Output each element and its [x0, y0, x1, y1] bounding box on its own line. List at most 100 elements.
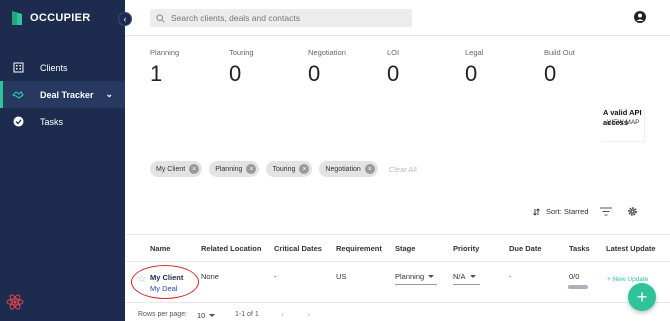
- stage-label: Negotiation: [308, 48, 346, 57]
- collapse-sidebar-button[interactable]: ‹: [118, 12, 132, 26]
- priority-dropdown[interactable]: N/A: [453, 272, 476, 281]
- gear-icon[interactable]: [627, 206, 638, 217]
- brand[interactable]: OCCUPIER: [10, 10, 90, 26]
- chip-label: Negotiation: [325, 165, 361, 173]
- column-header[interactable]: Related Location: [201, 244, 261, 253]
- highlight-circle: [131, 265, 199, 299]
- stage-planning[interactable]: Planning 1: [150, 48, 179, 87]
- column-header[interactable]: Priority: [453, 244, 479, 253]
- sidebar-nav: Clients Deal Tracker ⌄ Tasks: [0, 54, 125, 135]
- filter-chip-negotiation[interactable]: Negotiation ×: [319, 161, 378, 177]
- account-icon[interactable]: [634, 11, 646, 23]
- stage-count: 0: [544, 61, 557, 86]
- column-header[interactable]: Tasks: [569, 244, 590, 253]
- new-update-link[interactable]: + New Update: [607, 276, 648, 283]
- stage-label: Planning: [150, 48, 180, 57]
- close-icon[interactable]: ×: [246, 164, 257, 174]
- sort-control[interactable]: Sort: Starred: [533, 207, 589, 216]
- chip-label: Planning: [215, 165, 243, 173]
- chip-label: Touring: [272, 165, 296, 173]
- react-logo-icon: [6, 294, 24, 310]
- caret-down-icon: [209, 314, 216, 317]
- search-icon: [156, 13, 165, 23]
- filter-icon[interactable]: [600, 207, 612, 216]
- column-header[interactable]: Latest Update: [606, 244, 656, 253]
- stage-count: 0: [387, 61, 400, 86]
- filter-chip-my-client[interactable]: My Client ×: [150, 161, 203, 177]
- filter-chip-touring[interactable]: Touring ×: [266, 161, 313, 177]
- clear-all-button[interactable]: Clear All: [389, 165, 417, 174]
- sidebar-item-tasks[interactable]: Tasks: [0, 108, 125, 135]
- related-location-cell: None: [201, 272, 219, 281]
- table-header: Name Related Location Critical Dates Req…: [125, 234, 670, 262]
- sort-label: Sort: Starred: [546, 207, 589, 216]
- stage-dropdown[interactable]: Planning: [395, 272, 435, 281]
- stage-count: 0: [229, 61, 242, 86]
- table-row[interactable]: [125, 263, 670, 303]
- caret-down-icon: [469, 275, 476, 278]
- caret-down-icon: [428, 275, 435, 278]
- stage-value: Planning: [395, 272, 425, 281]
- close-icon[interactable]: ×: [189, 164, 200, 174]
- occupier-logo-icon: [12, 11, 22, 25]
- chevron-down-icon: ⌄: [105, 89, 113, 99]
- stage-count: 1: [150, 61, 163, 86]
- brand-name: OCCUPIER: [30, 12, 91, 24]
- stage-build-out[interactable]: Build Out 0: [544, 48, 575, 87]
- rows-per-page-select[interactable]: 10: [197, 311, 216, 320]
- column-header[interactable]: Name: [150, 244, 170, 253]
- stage-count: 0: [308, 61, 321, 86]
- stage-label: Legal: [465, 48, 484, 57]
- column-header[interactable]: Critical Dates: [274, 244, 322, 253]
- stage-dropdown-underline: [395, 284, 437, 285]
- tasks-progress-bar: [568, 285, 588, 289]
- next-page-icon[interactable]: ›: [307, 309, 310, 319]
- priority-value: N/A: [453, 272, 466, 281]
- column-header[interactable]: Due Date: [509, 244, 542, 253]
- previous-page-icon[interactable]: ‹: [281, 309, 284, 319]
- top-bar: [125, 0, 670, 36]
- stage-legal[interactable]: Legal 0: [465, 48, 483, 87]
- critical-dates-cell: -: [274, 272, 277, 281]
- handshake-icon: [12, 89, 24, 101]
- chip-label: My Client: [156, 165, 186, 173]
- sidebar: OCCUPIER ‹ Clients Deal Tracker ⌄ Tasks: [0, 0, 132, 321]
- pagination: Rows per page: 10 1-1 of 1 ‹ ›: [125, 306, 670, 321]
- stage-count: 0: [465, 61, 478, 86]
- column-header[interactable]: Stage: [395, 244, 415, 253]
- stage-label: Build Out: [544, 48, 575, 57]
- due-date-cell: -: [509, 272, 512, 281]
- sidebar-item-label: Deal Tracker: [40, 89, 94, 100]
- column-header[interactable]: Requirement: [336, 244, 382, 253]
- filter-chip-planning[interactable]: Planning ×: [209, 161, 260, 177]
- rows-per-page-label: Rows per page:: [138, 311, 188, 318]
- sort-icon: [533, 207, 540, 216]
- view-map-button[interactable]: VIEW MAP: [607, 118, 640, 128]
- search-box[interactable]: [150, 9, 412, 27]
- rows-per-page-value: 10: [197, 311, 206, 320]
- building-icon: [12, 62, 24, 74]
- search-input[interactable]: [171, 13, 401, 23]
- stage-touring[interactable]: Touring 0: [229, 48, 254, 87]
- sidebar-item-deal-tracker[interactable]: Deal Tracker ⌄: [0, 81, 125, 108]
- close-icon[interactable]: ×: [299, 164, 310, 174]
- app: OCCUPIER ‹ Clients Deal Tracker ⌄ Tasks …: [0, 0, 670, 321]
- stage-label: LOI: [387, 48, 400, 57]
- sidebar-item-clients[interactable]: Clients: [0, 54, 125, 81]
- add-fab-button[interactable]: +: [628, 283, 656, 311]
- requirement-cell: US: [336, 272, 347, 281]
- sidebar-item-label: Tasks: [40, 116, 64, 127]
- stage-loi[interactable]: LOI 0: [387, 48, 399, 87]
- check-circle-icon: [12, 116, 24, 128]
- sidebar-item-label: Clients: [40, 62, 68, 73]
- pagination-range: 1-1 of 1: [235, 311, 259, 318]
- priority-dropdown-underline: [453, 284, 480, 285]
- stage-label: Touring: [229, 48, 254, 57]
- filter-chips: My Client × Planning × Touring × Negotiatio…: [150, 161, 417, 177]
- map-preview[interactable]: A valid API access VIEW MAP: [603, 108, 645, 142]
- close-icon[interactable]: ×: [364, 164, 375, 174]
- chevron-left-icon: ‹: [123, 13, 127, 24]
- tasks-count: 0/0: [569, 272, 580, 281]
- stage-negotiation[interactable]: Negotiation 0: [308, 48, 346, 87]
- plus-icon: +: [636, 287, 648, 307]
